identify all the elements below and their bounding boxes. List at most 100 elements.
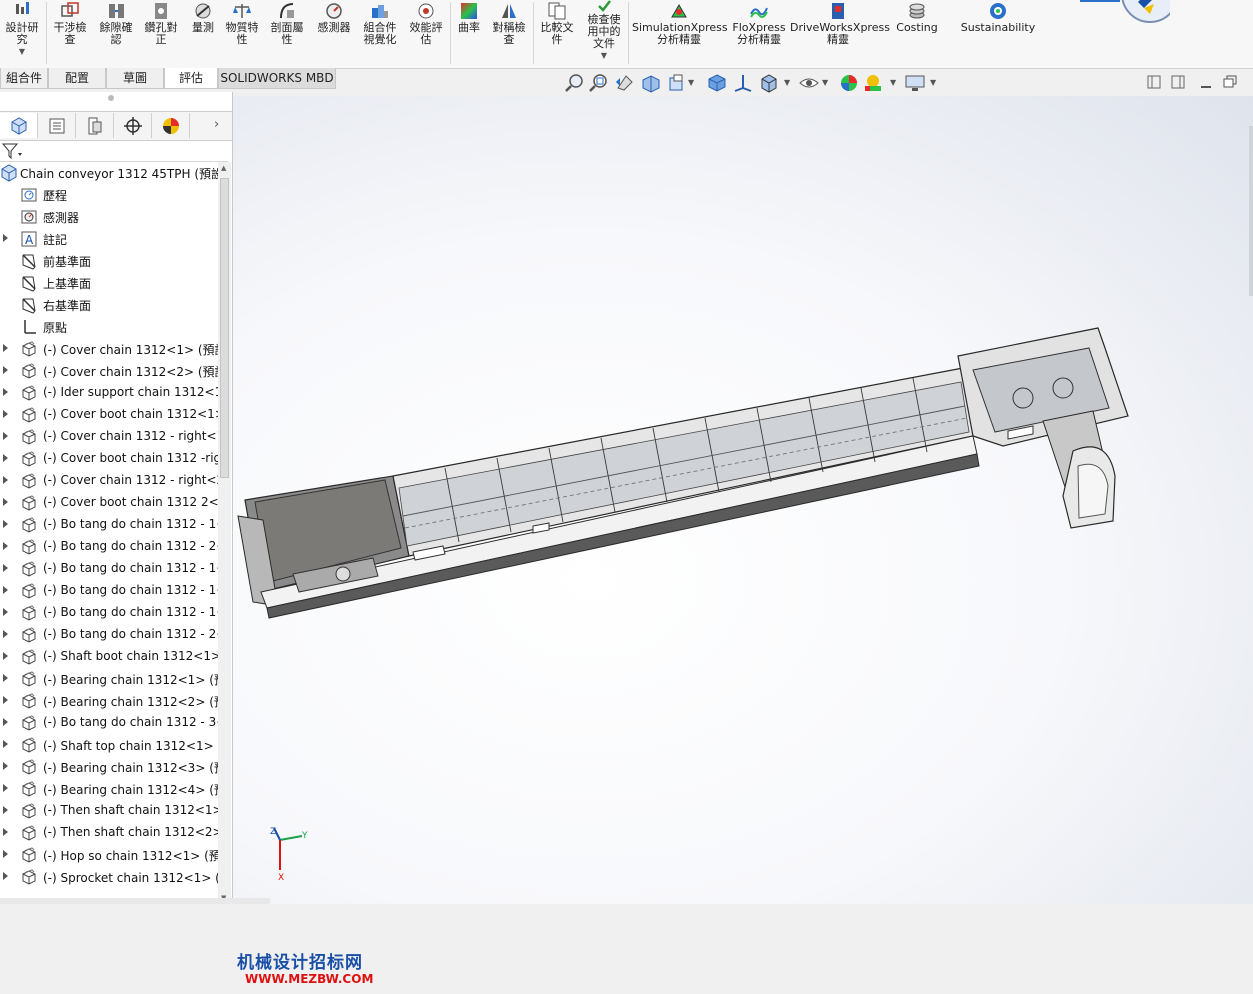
chevron-right-icon[interactable]: › xyxy=(214,117,219,132)
tab-display-manager[interactable] xyxy=(152,113,190,138)
expand-arrow-icon[interactable] xyxy=(3,520,8,528)
tree-item[interactable]: (-) Shaft top chain 1312<1> (預 xyxy=(0,734,218,756)
expand-arrow-icon[interactable] xyxy=(3,652,8,660)
tab-feature-tree[interactable] xyxy=(0,113,38,138)
expand-arrow-icon[interactable] xyxy=(3,828,8,836)
expand-arrow-icon[interactable] xyxy=(3,454,8,462)
mass-properties-button[interactable]: 物質特 性 xyxy=(222,0,262,66)
measure-button[interactable]: 量測 xyxy=(186,0,220,66)
chevron-down-icon[interactable]: ▼ xyxy=(930,78,938,87)
tree-item[interactable]: (-) Cover boot chain 1312 -righ xyxy=(0,448,218,470)
section-view-button[interactable] xyxy=(640,72,662,94)
tree-item[interactable]: (-) Bo tang do chain 1312 - 1<1 xyxy=(0,514,218,536)
tree-root-assembly[interactable]: Chain conveyor 1312 45TPH (預設< xyxy=(0,162,218,184)
view-orientation-button[interactable] xyxy=(706,72,728,94)
chevron-down-icon[interactable]: ▼ xyxy=(890,78,898,87)
expand-arrow-icon[interactable] xyxy=(3,630,8,638)
driveworks-button[interactable]: DriveWorksXpress 精靈 xyxy=(790,0,890,66)
tree-item[interactable]: (-) Ider support chain 1312<1> ( xyxy=(0,382,218,404)
costing-button[interactable]: Costing xyxy=(890,0,944,66)
view-settings-button[interactable] xyxy=(904,72,926,94)
graphics-area[interactable]: 机械设计招标网 WWW.MEZBW.COM xyxy=(233,96,1253,986)
check-document-button[interactable]: 檢查使 用中的 文件 ▼ xyxy=(582,0,626,66)
tree-item[interactable]: (-) Bo tang do chain 1312 - 3<1 xyxy=(0,712,218,734)
tree-item[interactable]: (-) Bearing chain 1312<3> (預設 xyxy=(0,756,218,778)
tree-item[interactable]: (-) Sprocket chain 1312<1> (預設 xyxy=(0,866,218,888)
section-properties-button[interactable]: 剖面屬 性 xyxy=(266,0,308,66)
expand-arrow-icon[interactable] xyxy=(3,476,8,484)
bottom-sheet-tabs[interactable] xyxy=(0,898,270,904)
tree-item[interactable]: (-) Bo tang do chain 1312 - 1<2 xyxy=(0,558,218,580)
chevron-down-icon[interactable]: ▼ xyxy=(688,78,696,87)
hide-show-items-button[interactable] xyxy=(798,72,820,94)
expand-arrow-icon[interactable] xyxy=(3,344,8,352)
tree-item[interactable]: (-) Bo tang do chain 1312 - 1<4 xyxy=(0,602,218,624)
minimize-icon[interactable] xyxy=(1198,74,1214,90)
tab-configuration[interactable]: 配置 xyxy=(48,68,106,89)
symmetry-button[interactable]: 對稱檢 查 xyxy=(488,0,530,66)
design-study-button[interactable]: 設計研 究 ▼ xyxy=(0,0,44,66)
expand-arrow-icon[interactable] xyxy=(3,388,8,396)
tree-item[interactable]: (-) Bearing chain 1312<1> (預設 xyxy=(0,668,218,690)
chevron-down-icon[interactable]: ▼ xyxy=(0,46,44,58)
restore-pane-right-icon[interactable] xyxy=(1170,74,1186,90)
interference-button[interactable]: 干涉檢 查 xyxy=(50,0,90,66)
scrollbar-thumb[interactable] xyxy=(220,178,229,478)
expand-arrow-icon[interactable] xyxy=(3,564,8,572)
tree-item[interactable]: 上基準面 xyxy=(0,272,218,294)
tree-item[interactable]: 原點 xyxy=(0,316,218,338)
expand-arrow-icon[interactable] xyxy=(3,762,8,770)
tree-item[interactable]: (-) Cover chain 1312<2> (預設< xyxy=(0,360,218,382)
restore-pane-left-icon[interactable] xyxy=(1146,74,1162,90)
expand-arrow-icon[interactable] xyxy=(3,366,8,374)
tree-item[interactable]: (-) Shaft boot chain 1312<1> ( xyxy=(0,646,218,668)
tree-item[interactable]: (-) Then shaft chain 1312<2> ( xyxy=(0,822,218,844)
expand-arrow-icon[interactable] xyxy=(3,586,8,594)
tree-item[interactable]: (-) Bearing chain 1312<2> (預設 xyxy=(0,690,218,712)
clearance-button[interactable]: 餘隙確 認 xyxy=(96,0,136,66)
tab-sketch[interactable]: 草圖 xyxy=(106,68,164,89)
tree-item[interactable]: (-) Cover boot chain 1312<1> ( xyxy=(0,404,218,426)
expand-arrow-icon[interactable] xyxy=(3,740,8,748)
triad-view-button[interactable] xyxy=(732,72,754,94)
tree-item[interactable]: (-) Bo tang do chain 1312 - 1<3 xyxy=(0,580,218,602)
chevron-down-icon[interactable]: ▼ xyxy=(822,78,830,87)
tree-item[interactable]: (-) Hop so chain 1312<1> (預設 xyxy=(0,844,218,866)
curvature-button[interactable]: 曲率 xyxy=(452,0,486,66)
simulationxpress-button[interactable]: SimulationXpress 分析精靈 xyxy=(632,0,728,66)
expand-arrow-icon[interactable] xyxy=(3,806,8,814)
previous-view-button[interactable] xyxy=(614,72,636,94)
edit-appearance-button[interactable] xyxy=(838,72,860,94)
chevron-down-icon[interactable]: ▼ xyxy=(582,50,626,62)
tab-dimxpert-manager[interactable] xyxy=(114,113,152,138)
tree-item[interactable]: (-) Bearing chain 1312<4> (預設 xyxy=(0,778,218,800)
maximize-icon[interactable] xyxy=(1222,74,1238,90)
expand-arrow-icon[interactable] xyxy=(3,674,8,682)
dynamic-annotation-button[interactable] xyxy=(666,72,688,94)
expand-arrow-icon[interactable] xyxy=(3,784,8,792)
sustainability-button[interactable]: Sustainability xyxy=(958,0,1038,66)
feature-tree-scrollbar[interactable]: ▲ ▼ xyxy=(218,162,231,904)
expand-arrow-icon[interactable] xyxy=(3,234,8,242)
tree-item[interactable]: A 註記 xyxy=(0,228,218,250)
tree-item[interactable]: (-) Cover chain 1312 - right<1> xyxy=(0,426,218,448)
tree-item[interactable]: (-) Bo tang do chain 1312 - 2<1 xyxy=(0,536,218,558)
tab-configuration-manager[interactable] xyxy=(76,113,114,138)
expand-arrow-icon[interactable] xyxy=(3,850,8,858)
expand-arrow-icon[interactable] xyxy=(3,542,8,550)
hole-align-button[interactable]: 鑽孔對 正 xyxy=(140,0,182,66)
tab-property-manager[interactable] xyxy=(38,113,76,138)
tree-item[interactable]: 前基準面 xyxy=(0,250,218,272)
zoom-to-fit-button[interactable] xyxy=(564,72,586,94)
expand-arrow-icon[interactable] xyxy=(3,872,8,880)
zoom-area-button[interactable] xyxy=(588,72,610,94)
tab-evaluate[interactable]: 評估 xyxy=(164,68,218,89)
tree-item[interactable]: 右基準面 xyxy=(0,294,218,316)
chain-conveyor-model[interactable] xyxy=(233,96,1253,904)
display-style-button[interactable] xyxy=(758,72,780,94)
tree-item[interactable]: (-) Cover boot chain 1312 2<1> xyxy=(0,492,218,514)
compare-button[interactable]: 比較文 件 xyxy=(536,0,578,66)
tree-item[interactable]: 感測器 xyxy=(0,206,218,228)
tree-item[interactable]: (-) Then shaft chain 1312<1> ( xyxy=(0,800,218,822)
tree-item[interactable]: (-) Bo tang do chain 1312 - 2<2 xyxy=(0,624,218,646)
